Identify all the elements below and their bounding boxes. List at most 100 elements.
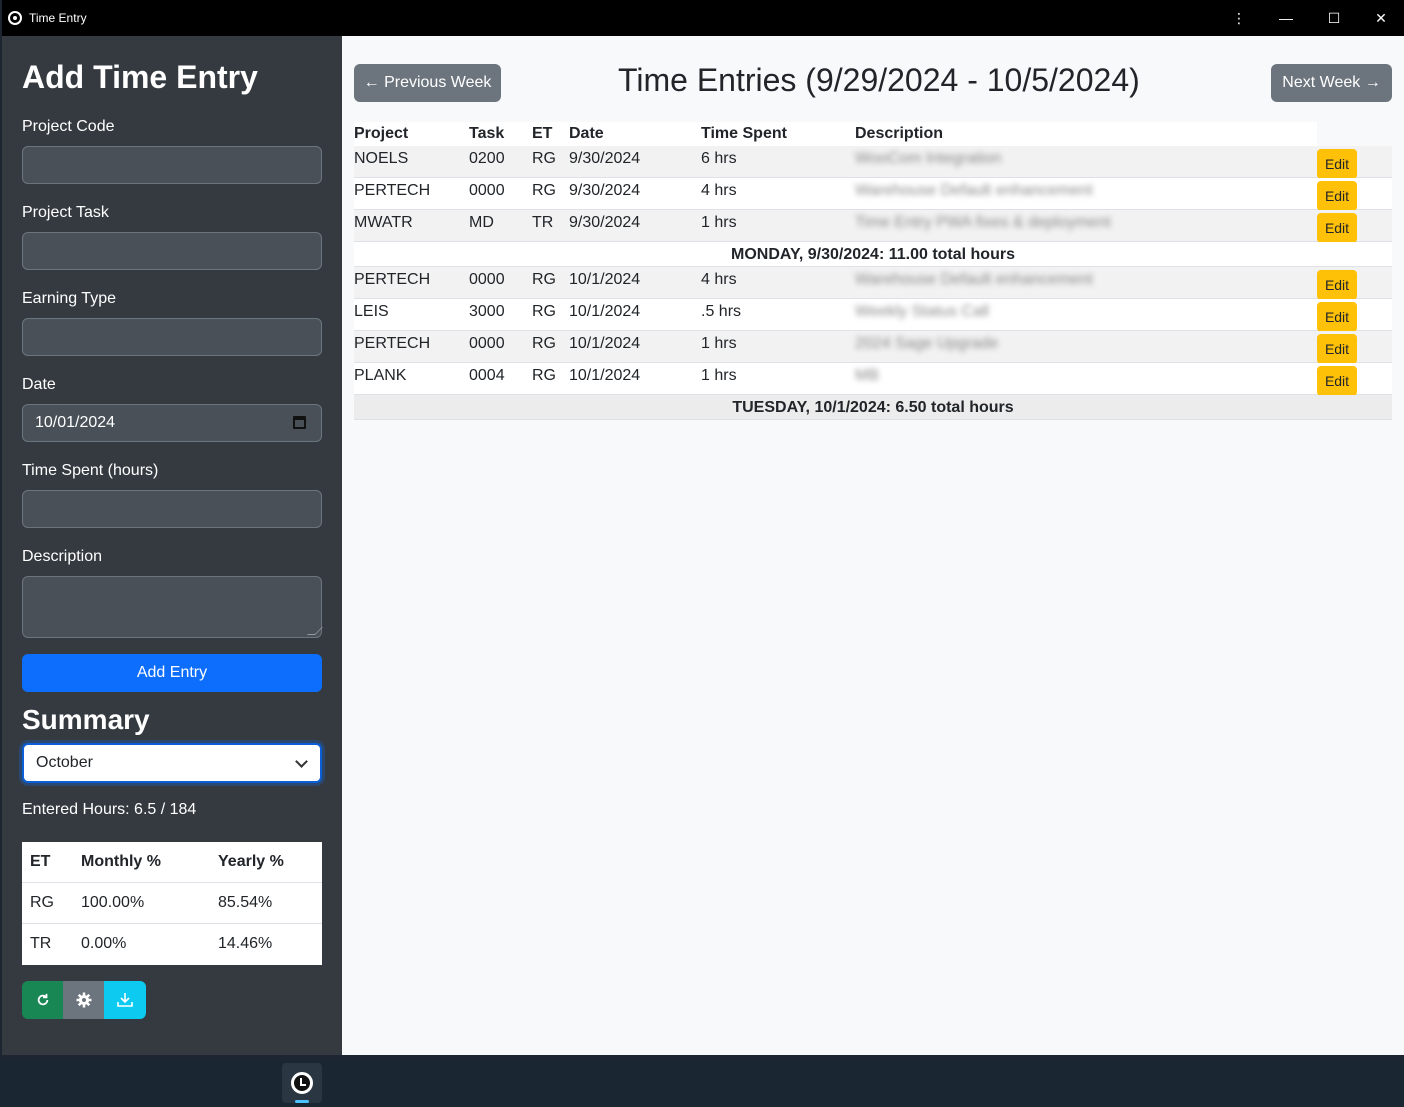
form-heading: Add Time Entry: [22, 59, 258, 95]
time-spent-input[interactable]: [22, 490, 322, 528]
edit-button[interactable]: Edit: [1317, 270, 1357, 300]
cell-time-spent: 6 hrs: [701, 150, 737, 167]
cell-date: 9/30/2024: [569, 214, 641, 231]
month-select-value: October: [36, 754, 93, 771]
summary-et: RG: [30, 894, 54, 911]
cell-project: NOELS: [354, 150, 409, 167]
table-row: PERTECH 0000 RG 10/1/2024 4 hrs Warehous…: [354, 267, 1392, 300]
description-textarea[interactable]: [22, 576, 323, 638]
project-task-label: Project Task: [22, 204, 109, 221]
summary-row: TR 0.00% 14.46%: [22, 924, 322, 965]
cell-description: Weekly Status Call: [855, 303, 989, 320]
add-entry-button[interactable]: Add Entry: [22, 654, 322, 692]
cell-time-spent: 4 hrs: [701, 182, 737, 199]
cell-time-spent: 1 hrs: [701, 335, 737, 352]
cell-time-spent: 4 hrs: [701, 271, 737, 288]
cell-task: 0004: [469, 367, 505, 384]
edit-button[interactable]: Edit: [1317, 149, 1357, 179]
summary-table: ET Monthly % Yearly % RG 100.00% 85.54% …: [22, 842, 322, 965]
cell-task: 0000: [469, 182, 505, 199]
cell-task: 0000: [469, 271, 505, 288]
cell-et: RG: [532, 271, 556, 288]
cell-et: RG: [532, 367, 556, 384]
project-code-input[interactable]: [22, 146, 322, 184]
cell-date: 10/1/2024: [569, 271, 641, 288]
table-row: LEIS 3000 RG 10/1/2024 .5 hrs Weekly Sta…: [354, 299, 1392, 332]
chevron-down-icon: [295, 755, 308, 768]
summary-row: RG 100.00% 85.54%: [22, 883, 322, 924]
page-title: Time Entries (9/29/2024 - 10/5/2024): [618, 62, 1140, 98]
active-indicator: [295, 1100, 309, 1103]
time-spent-label: Time Spent (hours): [22, 462, 159, 479]
settings-button[interactable]: [63, 981, 104, 1019]
minimize-button[interactable]: —: [1274, 6, 1298, 30]
edit-button[interactable]: Edit: [1317, 181, 1357, 211]
summary-monthly: 100.00%: [81, 894, 145, 911]
edit-button[interactable]: Edit: [1317, 334, 1357, 364]
cell-time-spent: 1 hrs: [701, 367, 737, 384]
table-row: PERTECH 0000 RG 9/30/2024 4 hrs Warehous…: [354, 178, 1392, 211]
month-select[interactable]: October: [22, 743, 322, 783]
cell-project: PERTECH: [354, 182, 431, 199]
cell-project: PERTECH: [354, 271, 431, 288]
cell-et: TR: [532, 214, 554, 231]
description-label: Description: [22, 548, 103, 565]
close-button[interactable]: ✕: [1369, 6, 1393, 30]
next-week-button[interactable]: Next Week →: [1271, 64, 1392, 102]
header-date: Date: [569, 125, 604, 142]
cell-task: 0200: [469, 150, 505, 167]
edit-button[interactable]: Edit: [1317, 366, 1357, 396]
cell-description: Time Entry PWA fixes & deployment: [855, 214, 1111, 231]
earning-type-input[interactable]: [22, 318, 322, 356]
summary-header-row: ET Monthly % Yearly %: [22, 842, 322, 883]
maximize-button[interactable]: ☐: [1322, 6, 1346, 30]
date-input[interactable]: 10/01/2024: [22, 404, 322, 442]
download-icon: [117, 992, 133, 1007]
cell-et: RG: [532, 150, 556, 167]
table-row: MWATR MD TR 9/30/2024 1 hrs Time Entry P…: [354, 210, 1392, 243]
taskbar: [0, 1059, 1404, 1107]
title-bar: Time Entry ⋮ — ☐ ✕: [2, 0, 1404, 36]
earning-type-label: Earning Type: [22, 290, 116, 307]
previous-week-button[interactable]: ← Previous Week: [354, 64, 501, 102]
summary-header-monthly: Monthly %: [81, 853, 161, 870]
download-button[interactable]: [104, 981, 146, 1019]
project-task-input[interactable]: [22, 232, 322, 270]
summary-monthly: 0.00%: [81, 935, 127, 952]
header-et: ET: [532, 125, 553, 142]
app-icon: [8, 11, 22, 25]
summary-header-yearly: Yearly %: [218, 853, 284, 870]
cell-date: 10/1/2024: [569, 367, 641, 384]
calendar-icon[interactable]: [293, 416, 306, 429]
summary-et: TR: [30, 935, 52, 952]
cell-project: LEIS: [354, 303, 389, 320]
edit-button[interactable]: Edit: [1317, 213, 1357, 243]
cell-et: RG: [532, 335, 556, 352]
main-panel: ← Previous Week Time Entries (9/29/2024 …: [342, 36, 1404, 1055]
cell-date: 9/30/2024: [569, 150, 641, 167]
cell-description: 2024 Sage Upgrade: [855, 335, 999, 352]
cell-et: RG: [532, 182, 556, 199]
header-project: Project: [354, 125, 409, 142]
edit-button[interactable]: Edit: [1317, 302, 1357, 332]
refresh-button[interactable]: [22, 981, 63, 1019]
cell-project: PERTECH: [354, 335, 431, 352]
table-row: PLANK 0004 RG 10/1/2024 1 hrs MB Edit: [354, 363, 1392, 396]
taskbar-app-button[interactable]: [282, 1063, 322, 1103]
cell-project: PLANK: [354, 367, 407, 384]
summary-yearly: 14.46%: [218, 935, 273, 952]
summary-yearly: 85.54%: [218, 894, 273, 911]
table-header: Project Task ET Date Time Spent Descript…: [354, 122, 1317, 146]
monday-total-row: MONDAY, 9/30/2024: 11.00 total hours: [354, 242, 1392, 267]
resize-grip-icon[interactable]: [307, 627, 323, 635]
header-task: Task: [469, 125, 505, 142]
cell-project: MWATR: [354, 214, 413, 231]
sidebar: Add Time Entry Project Code Project Task…: [2, 36, 342, 1055]
summary-action-buttons: [22, 981, 146, 1019]
more-options-icon[interactable]: ⋮: [1227, 6, 1251, 30]
project-code-label: Project Code: [22, 118, 115, 135]
refresh-icon: [37, 993, 48, 1005]
cell-description: MB: [855, 367, 879, 384]
cell-date: 10/1/2024: [569, 335, 641, 352]
cell-date: 10/1/2024: [569, 303, 641, 320]
